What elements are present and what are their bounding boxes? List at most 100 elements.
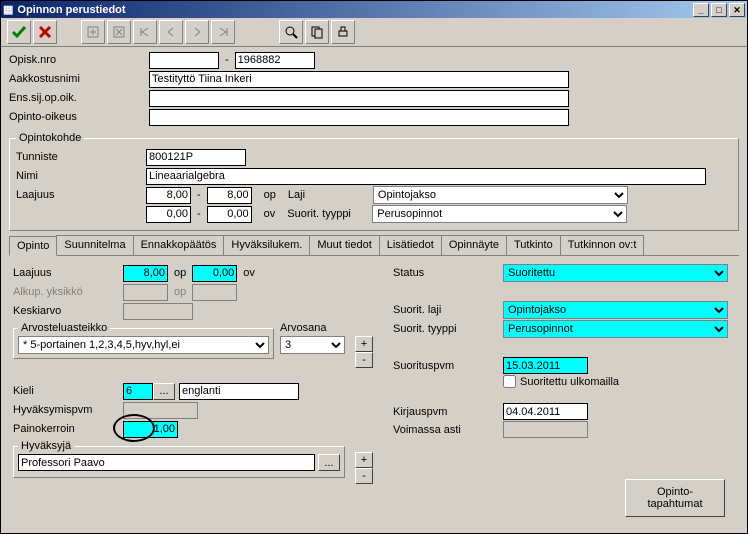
- enssij-label: Ens.sij.op.oik.: [9, 92, 149, 104]
- ulkomailla-label: Suoritettu ulkomailla: [520, 376, 619, 388]
- arvosana-minus-button[interactable]: -: [355, 352, 373, 368]
- maximize-button[interactable]: □: [711, 3, 727, 17]
- cancel-button[interactable]: [33, 20, 57, 44]
- nav-delete-icon[interactable]: [107, 20, 131, 44]
- tab-content: Laajuus op ov Alkup. yksikkö op Keskiarv…: [9, 256, 739, 525]
- tab-tutkinto[interactable]: Tutkinto: [506, 235, 561, 255]
- suoritettu-ulkomailla-check[interactable]: Suoritettu ulkomailla: [503, 375, 619, 388]
- ov-max-input[interactable]: [207, 206, 252, 223]
- opintokohde-legend: Opintokohde: [16, 132, 84, 144]
- alkup-value: [123, 284, 168, 301]
- painokerroin-input[interactable]: [123, 421, 178, 438]
- voimassa-label: Voimassa asti: [393, 424, 503, 436]
- opinto-oikeus-input[interactable]: [149, 109, 569, 126]
- op-min-input[interactable]: [146, 187, 191, 204]
- tab-ennakkopaatos[interactable]: Ennakkopäätös: [133, 235, 225, 255]
- nav-prev-icon[interactable]: [159, 20, 183, 44]
- suorituspvm-input[interactable]: [503, 357, 588, 374]
- tab-lisatiedot[interactable]: Lisätiedot: [379, 235, 442, 255]
- arvosteluasteikko-group: Arvosteluasteikko * 5-portainen 1,2,3,4,…: [13, 322, 274, 359]
- nav-last-icon[interactable]: [211, 20, 235, 44]
- keskiarvo-label: Keskiarvo: [13, 305, 123, 317]
- minimize-button[interactable]: _: [693, 3, 709, 17]
- copy-icon[interactable]: [305, 20, 329, 44]
- tab-suunnitelma[interactable]: Suunnitelma: [56, 235, 133, 255]
- laji-select[interactable]: Opintojakso: [373, 186, 628, 204]
- opisknro-a-input[interactable]: [149, 52, 219, 69]
- hyvaksyja-browse-button[interactable]: ...: [318, 454, 340, 471]
- tab-row: Opinto Suunnitelma Ennakkopäätös Hyväksi…: [9, 235, 739, 256]
- main-window: ▦ Opinnon perustiedot _ □ ✕ Opisk.nro -: [0, 0, 748, 534]
- suorit-tyyppi2-label: Suorit. tyyppi: [393, 323, 503, 335]
- opisknro-b-input[interactable]: [235, 52, 315, 69]
- keskiarvo-input: [123, 303, 193, 320]
- op-max-input[interactable]: [207, 187, 252, 204]
- asteikko-select[interactable]: * 5-portainen 1,2,3,4,5,hyv,hyl,ei: [18, 336, 269, 354]
- search-icon[interactable]: [279, 20, 303, 44]
- voimassa-input: [503, 421, 588, 438]
- nimi-input[interactable]: [146, 168, 706, 185]
- opisknro-label: Opisk.nro: [9, 54, 149, 66]
- kieli-browse-button[interactable]: ...: [153, 383, 175, 400]
- hyvaksyja-plus-button[interactable]: +: [355, 452, 373, 468]
- arvosana-label: Arvosana: [280, 322, 345, 334]
- painokerroin-label: Painokerroin: [13, 423, 123, 435]
- aakkostusnimi-label: Aakkostusnimi: [9, 73, 149, 85]
- arvosana-select[interactable]: 3: [280, 336, 345, 354]
- laajuus-label: Laajuus: [13, 267, 123, 279]
- kieli-code-input[interactable]: [123, 383, 153, 400]
- laajuus-ov-input[interactable]: [192, 265, 237, 282]
- status-select[interactable]: Suoritettu: [503, 264, 728, 282]
- titlebar: ▦ Opinnon perustiedot _ □ ✕: [1, 1, 747, 18]
- suorit-tyyppi2-select[interactable]: Perusopinnot: [503, 320, 728, 338]
- dash-sep: -: [219, 54, 235, 66]
- kieli-label: Kieli: [13, 385, 123, 397]
- close-button[interactable]: ✕: [729, 3, 745, 17]
- app-icon: ▦: [3, 3, 13, 16]
- tab-opinnayte[interactable]: Opinnäyte: [441, 235, 507, 255]
- kirjauspvm-input[interactable]: [503, 403, 588, 420]
- enssij-input[interactable]: [149, 90, 569, 107]
- print-icon[interactable]: [331, 20, 355, 44]
- alkup-unit: op: [168, 286, 192, 298]
- hyvaksymispvm-input: [123, 402, 198, 419]
- toolbar: [1, 18, 747, 47]
- status-label: Status: [393, 267, 503, 279]
- tab-muut-tiedot[interactable]: Muut tiedot: [309, 235, 379, 255]
- tunniste-label: Tunniste: [16, 151, 146, 163]
- ov-min-input[interactable]: [146, 206, 191, 223]
- arvosana-plus-button[interactable]: +: [355, 336, 373, 352]
- nav-next-icon[interactable]: [185, 20, 209, 44]
- hyvaksyja-group: Hyväksyjä ...: [13, 440, 345, 478]
- hyvaksyja-legend: Hyväksyjä: [18, 440, 74, 452]
- nav-add-icon[interactable]: [81, 20, 105, 44]
- suorit-laji-select[interactable]: Opintojakso: [503, 301, 728, 319]
- suorituspvm-label: Suorituspvm: [393, 360, 503, 372]
- accept-button[interactable]: [7, 20, 31, 44]
- opintokohde-group: Opintokohde Tunniste Nimi Laajuus - op L…: [9, 132, 739, 231]
- hyvaksymispvm-label: Hyväksymispvm: [13, 404, 123, 416]
- ov-unit: ov: [252, 208, 288, 220]
- op-unit: op: [252, 189, 288, 201]
- laajuus-op-input[interactable]: [123, 265, 168, 282]
- hyvaksyja-input[interactable]: [18, 454, 315, 471]
- tab-opinto[interactable]: Opinto: [9, 236, 57, 256]
- tunniste-input[interactable]: [146, 149, 246, 166]
- nav-first-icon[interactable]: [133, 20, 157, 44]
- aakkostusnimi-input[interactable]: [149, 71, 569, 88]
- tab-tutkinnon-ovt[interactable]: Tutkinnon ov:t: [560, 235, 645, 255]
- arvosteluasteikko-legend: Arvosteluasteikko: [18, 322, 110, 334]
- ok-laajuus-label: Laajuus: [16, 189, 146, 201]
- kieli-name-input[interactable]: [179, 383, 299, 400]
- opinto-tapahtumat-button[interactable]: Opinto- tapahtumat: [625, 479, 725, 517]
- suorit-tyyppi-select[interactable]: Perusopinnot: [372, 205, 627, 223]
- alkup-ov-value: [192, 284, 237, 301]
- ulkomailla-checkbox[interactable]: [503, 375, 516, 388]
- hyvaksyja-minus-button[interactable]: -: [355, 468, 373, 484]
- suorit-laji-label: Suorit. laji: [393, 304, 503, 316]
- op-unit2: op: [168, 267, 192, 279]
- tab-hyvaksilukem[interactable]: Hyväksilukem.: [223, 235, 310, 255]
- nimi-label: Nimi: [16, 170, 146, 182]
- window-title: Opinnon perustiedot: [13, 4, 691, 16]
- ov-unit2: ov: [237, 267, 261, 279]
